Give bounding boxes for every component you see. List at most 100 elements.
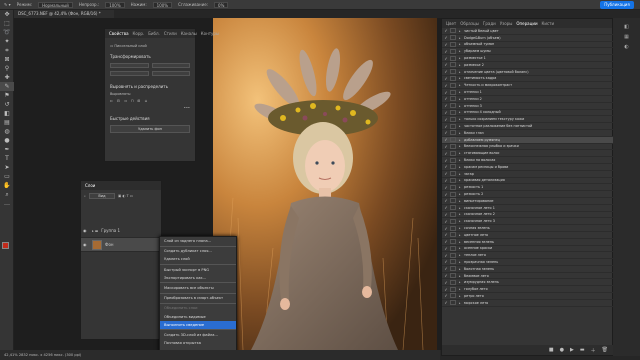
- x-field[interactable]: [110, 71, 149, 76]
- dialog-toggle-icon[interactable]: [450, 164, 456, 170]
- tab-libraries[interactable]: Библ.: [148, 31, 160, 36]
- checkmark-icon[interactable]: ✓: [442, 158, 450, 163]
- layer-row-group[interactable]: ◉ ▸ ▬ Группа 1: [81, 224, 161, 238]
- context-menu-item[interactable]: Маскировать все объекты: [160, 284, 236, 292]
- more-options-icon[interactable]: •••: [110, 106, 190, 110]
- action-row[interactable]: ✓ ▸ оттенки 4 холодный: [442, 109, 614, 117]
- dialog-toggle-icon[interactable]: [450, 89, 456, 95]
- tab-channels[interactable]: Каналы: [181, 31, 197, 36]
- tab-color[interactable]: Цвет: [446, 21, 456, 26]
- photo-canvas[interactable]: [213, 18, 437, 350]
- document-tab[interactable]: DSC_6773.NEF @ 42,4% (Фон, RGB/16) *: [14, 10, 114, 18]
- action-row[interactable]: ✓ ▸ частотное разложение без пятнистой: [442, 123, 614, 130]
- action-row[interactable]: ✓ ▸ бежевое лето: [442, 273, 614, 280]
- action-row[interactable]: ✓ ▸ прозрачная зелень: [442, 259, 614, 266]
- context-menu-item[interactable]: Удалить слой: [160, 255, 236, 263]
- checkmark-icon[interactable]: ✓: [442, 164, 450, 169]
- checkmark-icon[interactable]: ✓: [442, 171, 450, 176]
- new-action-icon[interactable]: ＋: [591, 347, 596, 354]
- dialog-toggle-icon[interactable]: [450, 225, 456, 231]
- dialog-toggle-icon[interactable]: [450, 198, 456, 204]
- checkmark-icon[interactable]: ✓: [442, 266, 450, 271]
- remove-background-button[interactable]: Удалить фон: [110, 125, 190, 133]
- checkmark-icon[interactable]: ✓: [442, 117, 450, 122]
- dialog-toggle-icon[interactable]: [450, 109, 456, 115]
- checkmark-icon[interactable]: ✓: [442, 69, 450, 74]
- checkmark-icon[interactable]: ✓: [442, 246, 450, 251]
- dialog-toggle-icon[interactable]: [450, 69, 456, 75]
- dialog-toggle-icon[interactable]: [450, 157, 456, 163]
- action-row[interactable]: ✓ ▸ виньетирование: [442, 198, 614, 205]
- stop-icon[interactable]: ■: [549, 347, 554, 353]
- panel-icon-2[interactable]: ▦: [613, 32, 640, 42]
- checkmark-icon[interactable]: ✓: [442, 232, 450, 237]
- checkmark-icon[interactable]: ✓: [442, 103, 450, 108]
- checkmark-icon[interactable]: ✓: [442, 273, 450, 278]
- dialog-toggle-icon[interactable]: [450, 252, 456, 258]
- checkmark-icon[interactable]: ✓: [442, 76, 450, 81]
- dialog-toggle-icon[interactable]: [450, 55, 456, 61]
- tab-patterns[interactable]: Узоры: [500, 21, 513, 26]
- dialog-toggle-icon[interactable]: [450, 286, 456, 292]
- context-menu-item[interactable]: Объединить видимые: [160, 313, 236, 321]
- checkmark-icon[interactable]: ✓: [442, 130, 450, 135]
- checkmark-icon[interactable]: ✓: [442, 151, 450, 156]
- action-row[interactable]: ✓ ▸ сочная зелень: [442, 225, 614, 232]
- brush-icon[interactable]: ✎: [0, 82, 14, 91]
- checkmark-icon[interactable]: ✓: [442, 280, 450, 285]
- context-menu-item[interactable]: Создать 3D-слой из файла...: [160, 331, 236, 339]
- action-row[interactable]: ✓ ▸ блики на волосах: [442, 157, 614, 164]
- align-middle-icon[interactable]: ⊞: [138, 99, 141, 103]
- checkmark-icon[interactable]: ✓: [442, 212, 450, 217]
- path-select-icon[interactable]: ➤: [0, 163, 14, 172]
- dialog-toggle-icon[interactable]: [450, 48, 456, 54]
- y-field[interactable]: [151, 71, 190, 76]
- checkmark-icon[interactable]: ✓: [442, 198, 450, 203]
- checkmark-icon[interactable]: ✓: [442, 226, 450, 231]
- tab-brushes[interactable]: Кисти: [542, 21, 555, 26]
- eyedropper-icon[interactable]: ⚲: [0, 64, 14, 73]
- action-row[interactable]: ✓ ▸ сказочное лето 3: [442, 218, 614, 226]
- lasso-icon[interactable]: ➰: [0, 28, 14, 37]
- dialog-toggle-icon[interactable]: [450, 232, 456, 238]
- shape-icon[interactable]: ▭: [0, 172, 14, 181]
- checkmark-icon[interactable]: ✓: [442, 62, 450, 67]
- tab-gradients[interactable]: Гради: [483, 21, 496, 26]
- eye-icon[interactable]: ◉: [83, 242, 89, 247]
- checkmark-icon[interactable]: ✓: [442, 239, 450, 244]
- dialog-toggle-icon[interactable]: [450, 239, 456, 245]
- tab-swatches[interactable]: Образцы: [460, 21, 479, 26]
- checkmark-icon[interactable]: ✓: [442, 192, 450, 197]
- action-row[interactable]: ✓ ▸ только сохранием текстуру кожи: [442, 116, 614, 124]
- width-field[interactable]: [110, 63, 149, 68]
- checkmark-icon[interactable]: ✓: [442, 110, 450, 115]
- align-left-icon[interactable]: ⊏: [110, 99, 113, 103]
- checkmark-icon[interactable]: ✓: [442, 178, 450, 183]
- more-icon[interactable]: …: [0, 199, 14, 208]
- frame-icon[interactable]: ⊠: [0, 55, 14, 64]
- dialog-toggle-icon[interactable]: [450, 177, 456, 183]
- context-menu-item[interactable]: Экспортировать как...: [160, 274, 236, 282]
- tab-styles[interactable]: Стили: [164, 31, 177, 36]
- healing-icon[interactable]: ✚: [0, 73, 14, 82]
- action-row[interactable]: ✓ ▸ цветное лето: [442, 232, 614, 239]
- checkmark-icon[interactable]: ✓: [442, 287, 450, 292]
- checkmark-icon[interactable]: ✓: [442, 259, 450, 264]
- dialog-toggle-icon[interactable]: [450, 123, 456, 129]
- action-row[interactable]: ✓ ▸ добавляем румянец: [442, 136, 614, 144]
- dialog-toggle-icon[interactable]: [450, 28, 456, 34]
- height-field[interactable]: [151, 63, 190, 68]
- checkmark-icon[interactable]: ✓: [442, 96, 450, 101]
- context-menu-item[interactable]: Выполнить сведение: [160, 320, 236, 329]
- zoom-icon[interactable]: ⌕: [0, 190, 14, 199]
- record-icon[interactable]: ●: [560, 347, 564, 353]
- action-row[interactable]: ✓ ▸ отличение цвета (цветовой баланс): [442, 69, 614, 76]
- action-row[interactable]: ✓ ▸ белоснежная улыбка и зрачки: [442, 143, 614, 151]
- action-row[interactable]: ✓ ▸ ретро лето: [442, 293, 614, 300]
- align-right-icon[interactable]: ⊐: [124, 99, 127, 103]
- dialog-toggle-icon[interactable]: [450, 41, 456, 47]
- action-row[interactable]: ✓ ▸ Четкость и микроконтраст: [442, 82, 614, 90]
- checkmark-icon[interactable]: ✓: [442, 35, 450, 40]
- tab-properties[interactable]: Свойства: [109, 31, 129, 36]
- marquee-icon[interactable]: ⬚: [0, 19, 14, 28]
